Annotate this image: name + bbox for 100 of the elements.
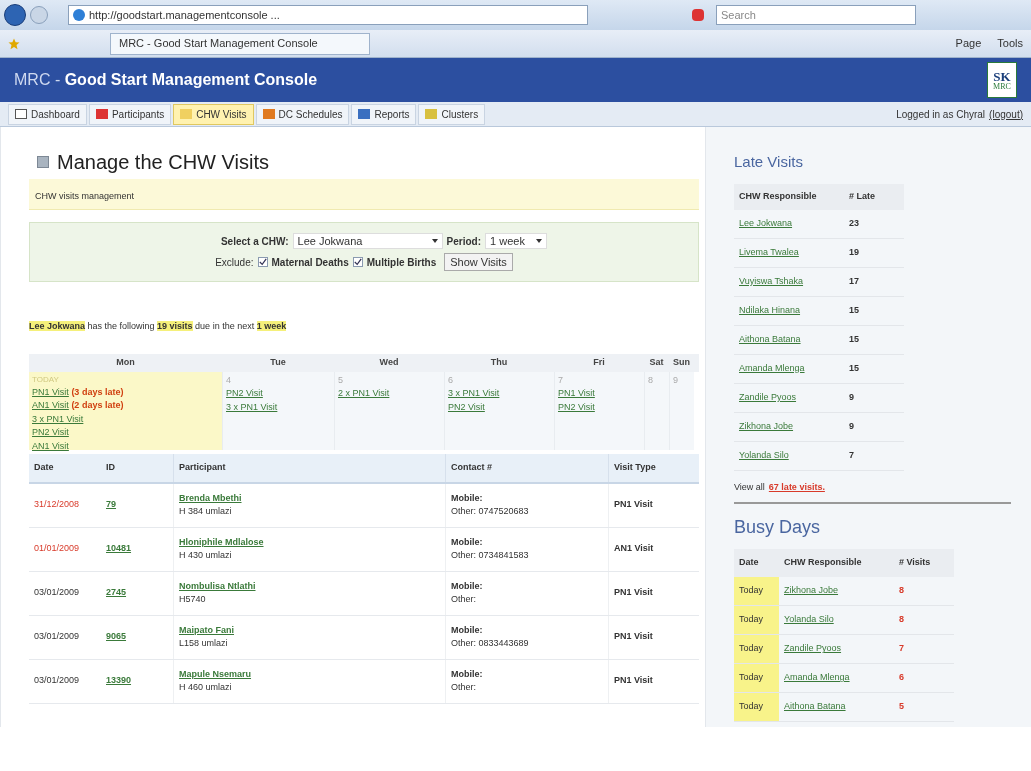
contact-mobile: Mobile:	[451, 623, 484, 637]
chw-link[interactable]: Yolanda Silo	[739, 449, 789, 460]
contact-mobile: Mobile:	[451, 667, 484, 681]
late-count: 15	[849, 362, 859, 373]
participant-id-link[interactable]: 13390	[106, 675, 132, 686]
contact-other: Other: 0833443689	[451, 637, 530, 650]
visit-link[interactable]: PN2 Visit	[32, 427, 69, 437]
late-count: 15	[849, 304, 859, 315]
visit-link[interactable]: 2 x PN1 Visit	[338, 388, 390, 398]
nav-tab[interactable]: Reports	[351, 103, 417, 125]
visit-link[interactable]: 3 x PN1 Visit	[448, 388, 500, 398]
day-date: 7	[558, 373, 564, 387]
column-header: Contact #	[451, 460, 492, 474]
page-icon	[37, 156, 49, 168]
busy-date: Today	[739, 700, 764, 714]
favorites-star-icon[interactable]	[8, 37, 20, 50]
visit-link[interactable]: 3 x PN1 Visit	[32, 413, 84, 424]
contact-other: Other: 0747520683	[451, 505, 530, 518]
filter-label: Period:	[446, 234, 482, 249]
filter-label: Select a CHW:	[220, 234, 289, 249]
late-visits-link[interactable]: 67 late visits.	[768, 480, 825, 494]
stop-icon[interactable]	[692, 9, 704, 21]
chw-link[interactable]: Livema Twalea	[739, 246, 799, 257]
visit-link[interactable]: PN1 Visit	[558, 388, 595, 398]
date-cell: 03/01/2009	[34, 587, 80, 598]
section-title: Busy Days	[734, 516, 822, 539]
day-header: Thu	[490, 356, 508, 367]
visit-link[interactable]: PN2 Visit	[448, 401, 485, 412]
address-bar[interactable]: http://goodstart.managementconsole ...	[68, 5, 588, 25]
visit-link[interactable]: 3 x PN1 Visit	[226, 401, 278, 412]
participant-id-link[interactable]: 2745	[106, 587, 127, 598]
nav-tab[interactable]: DC Schedules	[255, 103, 350, 125]
column-header: # Late	[849, 190, 875, 201]
late-count: 23	[849, 217, 859, 228]
nav-tab[interactable]: Participants	[88, 103, 172, 125]
period-select[interactable]: 1 week	[485, 233, 548, 249]
column-header: Visit Type	[614, 460, 656, 474]
chw-link[interactable]: Lee Jokwana	[739, 217, 793, 228]
caret-icon	[536, 239, 543, 243]
checkbox[interactable]	[257, 257, 268, 267]
visit-link[interactable]: AN1 Visit	[32, 440, 69, 451]
page-title: Manage the CHW Visits	[57, 150, 269, 175]
chw-link[interactable]: Vuyiswa Tshaka	[739, 275, 804, 286]
column-header: CHW Responsible	[784, 557, 862, 568]
participant-name-link[interactable]: Brenda Mbethi	[179, 491, 440, 505]
busy-date: Today	[739, 613, 764, 627]
toolbar-menu[interactable]: Tools	[997, 35, 1023, 52]
visit-link[interactable]: PN2 Visit	[226, 388, 263, 398]
checkbox[interactable]	[352, 257, 363, 267]
nav-tab[interactable]: CHW Visits	[173, 103, 254, 125]
chw-select[interactable]: Lee Jokwana	[292, 233, 443, 249]
late-count: 7	[849, 449, 854, 460]
column-header: ID	[106, 460, 115, 474]
late-count: 9	[849, 391, 854, 402]
browser-tab[interactable]: MRC - Good Start Management Console	[110, 32, 370, 55]
chw-link[interactable]: Aithona Batana	[784, 701, 846, 712]
participant-id-link[interactable]: 10481	[106, 543, 132, 554]
chw-link[interactable]: Aithona Batana	[739, 333, 801, 344]
visit-count: 8	[899, 585, 904, 596]
column-header: # Visits	[899, 557, 931, 568]
address-text: L158 umlazi	[179, 637, 229, 650]
view-all-text: View all	[734, 480, 765, 494]
chw-link[interactable]: Amanda Mlenga	[784, 672, 850, 683]
chw-link[interactable]: Zandile Pyoos	[739, 391, 797, 402]
day-header: Fri	[593, 356, 605, 367]
page-subtitle: CHW visits management	[35, 191, 135, 201]
show-visits-button[interactable]: Show Visits	[444, 253, 513, 271]
nav-tab[interactable]: Clusters	[418, 103, 486, 125]
visit-link[interactable]: AN1 Visit	[32, 400, 69, 410]
participant-id-link[interactable]: 9065	[106, 631, 127, 642]
section-title: Late Visits	[734, 152, 804, 172]
participant-name-link[interactable]: Nombulisa Ntlathi	[179, 579, 440, 593]
chw-link[interactable]: Ndilaka Hinana	[739, 304, 801, 315]
contact-other: Other:	[451, 681, 477, 694]
late-count: 19	[849, 246, 859, 257]
day-header: Tue	[270, 356, 286, 367]
chw-link[interactable]: Yolanda Silo	[784, 614, 834, 625]
chw-link[interactable]: Zikhona Jobe	[739, 420, 794, 431]
participant-name-link[interactable]: Hloniphile Mdlalose	[179, 535, 440, 549]
day-date: 5	[338, 373, 344, 387]
visit-count: 8	[899, 614, 904, 625]
participant-name-link[interactable]: Mapule Nsemaru	[179, 667, 440, 681]
visit-link[interactable]: PN2 Visit	[558, 401, 595, 412]
address-text: H 384 umlazi	[179, 505, 233, 518]
participant-name-link[interactable]: Maipato Fani	[179, 623, 440, 637]
late-note: (2 days late)	[71, 400, 124, 410]
login-status: Logged in as Chyral	[896, 107, 986, 122]
back-button[interactable]	[4, 4, 26, 26]
late-count: 15	[849, 333, 859, 344]
chw-link[interactable]: Amanda Mlenga	[739, 362, 805, 373]
chw-link[interactable]: Zikhona Jobe	[784, 585, 839, 596]
day-date: 9	[673, 373, 679, 387]
participant-id-link[interactable]: 79	[106, 499, 116, 510]
summary-text: Lee Jokwana has the following 19 visits due in the next 1 week	[29, 320, 288, 333]
toolbar-menu[interactable]: Page	[955, 35, 982, 52]
visit-link[interactable]: PN1 Visit	[32, 386, 69, 397]
logout-link[interactable]: (logout)	[989, 106, 1023, 122]
chw-link[interactable]: Zandile Pyoos	[784, 643, 842, 654]
search-field[interactable]: Search	[716, 5, 916, 25]
nav-tab[interactable]: Dashboard	[8, 103, 87, 125]
